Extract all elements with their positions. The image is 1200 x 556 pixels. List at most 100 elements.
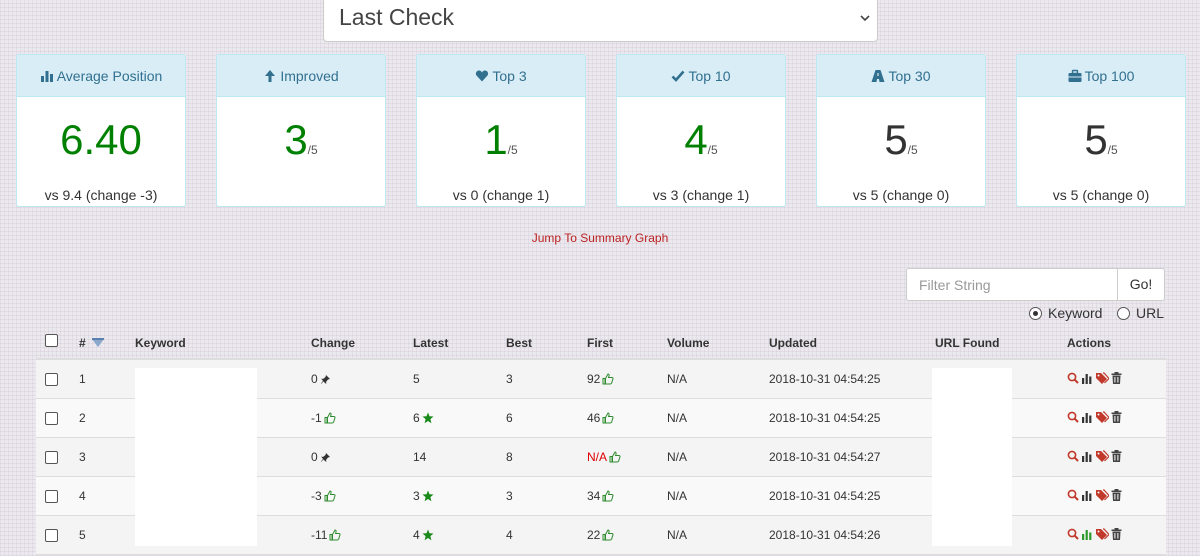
thumbs-up-icon	[329, 529, 341, 541]
bar-chart-icon[interactable]	[1081, 528, 1093, 540]
card-top-10: Top 10 4/5 vs 3 (change 1)	[616, 54, 786, 207]
row-volume: N/A	[667, 450, 688, 464]
bar-chart-icon[interactable]	[1081, 450, 1093, 462]
tags-icon[interactable]	[1095, 411, 1110, 423]
bar-chart-icon	[40, 71, 53, 82]
card-value: 1/5	[484, 116, 518, 163]
row-checkbox[interactable]	[45, 373, 58, 386]
card-footer: vs 5 (change 0)	[852, 187, 950, 203]
road-icon	[871, 70, 885, 82]
row-change: -1	[311, 411, 336, 425]
col-keyword[interactable]: Keyword	[135, 336, 186, 350]
search-icon[interactable]	[1067, 528, 1079, 540]
card-title: Average Position	[56, 68, 163, 84]
col-latest[interactable]: Latest	[413, 336, 448, 350]
search-icon[interactable]	[1067, 411, 1079, 423]
sort-icon	[91, 338, 104, 347]
pin-icon	[320, 453, 330, 462]
col-volume[interactable]: Volume	[667, 336, 709, 350]
col-best[interactable]: Best	[506, 336, 532, 350]
row-checkbox[interactable]	[45, 490, 58, 503]
bar-chart-icon[interactable]	[1081, 372, 1093, 384]
col-change[interactable]: Change	[311, 336, 355, 350]
bar-chart-icon[interactable]	[1081, 411, 1093, 423]
row-first: 22	[587, 528, 614, 542]
row-latest: 4	[413, 528, 434, 542]
bar-chart-icon[interactable]	[1081, 489, 1093, 501]
trash-icon[interactable]	[1111, 371, 1122, 384]
trash-icon[interactable]	[1111, 449, 1122, 462]
row-latest: 3	[413, 489, 434, 503]
radio-url-label: URL	[1136, 305, 1165, 321]
row-volume: N/A	[667, 411, 688, 425]
thumbs-up-icon	[602, 490, 614, 502]
row-num: 2	[79, 411, 86, 425]
row-first: N/A	[587, 450, 621, 464]
card-header: Improved	[217, 55, 385, 97]
card-value: 5/5	[884, 116, 918, 163]
row-checkbox[interactable]	[45, 451, 58, 464]
row-checkbox[interactable]	[45, 529, 58, 542]
row-change: 0	[311, 372, 331, 386]
pin-icon	[320, 375, 330, 384]
radio-keyword[interactable]: Keyword	[1029, 305, 1102, 321]
select-all-checkbox[interactable]	[45, 334, 58, 347]
briefcase-icon	[1068, 69, 1082, 82]
card-value: 6.40	[60, 116, 142, 163]
card-average-position: Average Position 6.40 vs 9.4 (change -3)	[16, 54, 186, 207]
card-title: Top 10	[688, 68, 731, 84]
tags-icon[interactable]	[1095, 450, 1110, 462]
tags-icon[interactable]	[1095, 528, 1110, 540]
star-icon	[422, 412, 434, 424]
search-icon[interactable]	[1067, 372, 1079, 384]
jump-to-summary-link[interactable]: Jump To Summary Graph	[0, 231, 1200, 245]
col-actions: Actions	[1067, 336, 1112, 350]
go-button[interactable]: Go!	[1117, 268, 1165, 301]
radio-url[interactable]: URL	[1117, 305, 1164, 321]
search-icon[interactable]	[1067, 450, 1079, 462]
star-icon	[422, 490, 434, 502]
trash-icon[interactable]	[1111, 410, 1122, 423]
card-header: Top 3	[417, 55, 585, 97]
card-footer: vs 0 (change 1)	[452, 187, 550, 203]
row-best: 8	[506, 450, 513, 464]
card-value: 4/5	[684, 116, 718, 163]
card-header: Average Position	[17, 55, 185, 97]
tags-icon[interactable]	[1095, 489, 1110, 501]
card-top-100: Top 100 5/5 vs 5 (change 0)	[1016, 54, 1186, 207]
row-actions	[1067, 448, 1124, 462]
card-title: Improved	[280, 68, 339, 84]
filter-input[interactable]: Filter String	[906, 268, 1118, 301]
card-value: 5/5	[1084, 116, 1118, 163]
col-first[interactable]: First	[587, 336, 613, 350]
star-icon	[422, 529, 434, 541]
row-checkbox[interactable]	[45, 412, 58, 425]
chevron-down-icon	[860, 15, 870, 22]
row-best: 3	[506, 372, 513, 386]
search-icon[interactable]	[1067, 489, 1079, 501]
row-actions	[1067, 487, 1124, 501]
card-footer: vs 5 (change 0)	[1052, 187, 1150, 203]
card-footer: vs 9.4 (change -3)	[44, 187, 158, 203]
card-top-30: Top 30 5/5 vs 5 (change 0)	[816, 54, 986, 207]
rankings-table: # Keyword Change Latest Best First Volum…	[36, 326, 1166, 555]
trash-icon[interactable]	[1111, 488, 1122, 501]
period-select[interactable]: Last Check	[323, 0, 878, 42]
tags-icon[interactable]	[1095, 372, 1110, 384]
table-header: # Keyword Change Latest Best First Volum…	[36, 326, 1166, 360]
card-footer: vs 3 (change 1)	[652, 187, 750, 203]
col-url-found[interactable]: URL Found	[935, 336, 999, 350]
col-updated[interactable]: Updated	[769, 336, 817, 350]
period-select-value: Last Check	[339, 4, 455, 30]
radio-keyword-circle[interactable]	[1029, 307, 1042, 320]
col-num[interactable]: #	[79, 336, 105, 350]
row-updated: 2018-10-31 04:54:26	[769, 528, 881, 542]
radio-url-circle[interactable]	[1117, 307, 1130, 320]
row-num: 4	[79, 489, 86, 503]
trash-icon[interactable]	[1111, 527, 1122, 540]
row-num: 1	[79, 372, 86, 386]
card-header: Top 10	[617, 55, 785, 97]
row-num: 3	[79, 450, 86, 464]
card-value: 3/5	[284, 116, 318, 163]
row-first: 92	[587, 372, 614, 386]
